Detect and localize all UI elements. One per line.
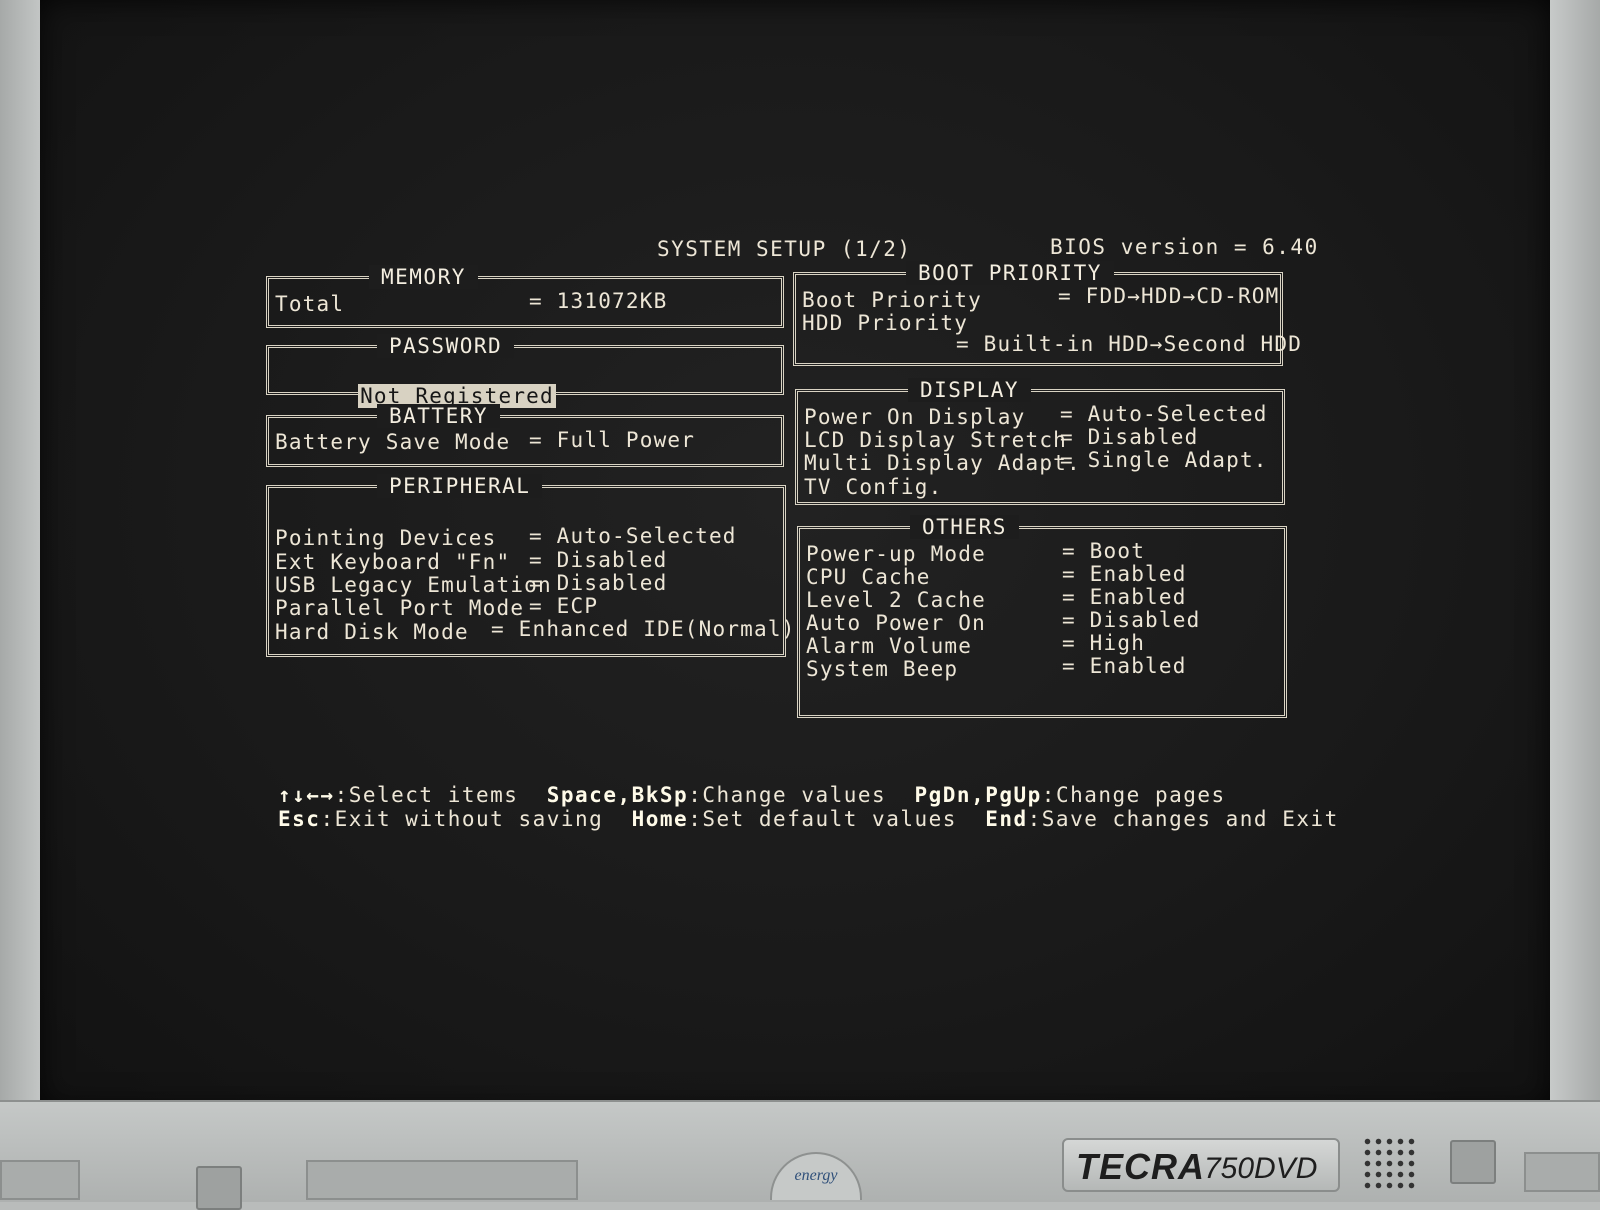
cpu-cache-label: CPU Cache bbox=[806, 565, 931, 589]
laptop-bezel-left bbox=[0, 0, 42, 1200]
help-key-pgdn: PgDn,PgUp bbox=[914, 783, 1042, 807]
setup-title: SYSTEM SETUP (1/2) bbox=[657, 237, 912, 261]
power-on-display-label: Power On Display bbox=[804, 405, 1026, 429]
peripheral-usb-legacy-label: USB Legacy Emulation bbox=[275, 573, 552, 597]
display-title: DISPLAY bbox=[908, 378, 1032, 402]
alarm-volume-label: Alarm Volume bbox=[806, 634, 973, 658]
multi-display-adapt-value[interactable]: = Single Adapt. bbox=[1060, 449, 1268, 472]
auto-power-on-value[interactable]: = Disabled bbox=[1062, 609, 1200, 632]
cpu-cache-value[interactable]: = Enabled bbox=[1062, 563, 1187, 586]
speaker-grille-icon bbox=[1362, 1136, 1418, 1190]
boot-priority-label: Boot Priority bbox=[802, 288, 982, 312]
alarm-volume-value[interactable]: = High bbox=[1062, 632, 1145, 655]
battery-save-mode-value[interactable]: = Full Power bbox=[529, 429, 695, 452]
system-beep-value[interactable]: = Enabled bbox=[1062, 655, 1187, 678]
system-beep-label: System Beep bbox=[806, 657, 959, 681]
peripheral-hard-disk-mode-label: Hard Disk Mode bbox=[275, 620, 469, 644]
model-name: 750DVD bbox=[1204, 1152, 1318, 1185]
battery-save-mode-label: Battery Save Mode bbox=[275, 430, 511, 454]
level-2-cache-label: Level 2 Cache bbox=[806, 588, 986, 612]
power-button[interactable] bbox=[1450, 1140, 1496, 1184]
peripheral-panel: PERIPHERAL Pointing Devices = Auto-Selec… bbox=[266, 474, 794, 657]
others-panel: OTHERS Power-up Mode = Boot CPU Cache = … bbox=[797, 515, 1287, 718]
lcd-display-stretch-label: LCD Display Stretch bbox=[804, 428, 1068, 452]
laptop-bezel-right bbox=[1550, 0, 1600, 1200]
help-action-defaults: :Set default values bbox=[688, 807, 957, 831]
memory-total-label: Total bbox=[275, 292, 345, 316]
help-key-space: Space,BkSp bbox=[546, 783, 689, 807]
boot-priority-panel: BOOT PRIORITY Boot Priority = FDD→HDD→CD… bbox=[793, 261, 1301, 366]
energy-star-text: energy bbox=[794, 1167, 838, 1184]
brand-name: TECRA bbox=[1076, 1146, 1205, 1187]
display-latch bbox=[306, 1160, 578, 1200]
help-key-arrows: ↑↓←→ bbox=[278, 783, 335, 807]
indicator-square-left bbox=[196, 1166, 242, 1210]
peripheral-parallel-port-value[interactable]: = ECP bbox=[529, 595, 598, 618]
peripheral-pointing-devices-value[interactable]: = Auto-Selected bbox=[529, 525, 737, 548]
bios-version: BIOS version = 6.40 bbox=[1050, 235, 1319, 259]
peripheral-parallel-port-label: Parallel Port Mode bbox=[275, 596, 525, 620]
peripheral-title: PERIPHERAL bbox=[377, 474, 543, 498]
tecra-logo: TECRA 750DVD bbox=[1062, 1138, 1340, 1192]
help-action-change-pages: :Change pages bbox=[1041, 783, 1226, 807]
peripheral-ext-keyboard-label: Ext Keyboard "Fn" bbox=[275, 550, 511, 574]
help-line-2: Esc:Exit without saving Home:Set default… bbox=[278, 808, 1339, 831]
help-action-save-exit: :Save changes and Exit bbox=[1027, 807, 1339, 831]
display-panel: DISPLAY Power On Display = Auto-Selected… bbox=[795, 378, 1285, 505]
hinge-right bbox=[1524, 1152, 1600, 1192]
multi-display-adapt-label: Multi Display Adapt. bbox=[804, 451, 1081, 475]
level-2-cache-value[interactable]: = Enabled bbox=[1062, 586, 1187, 609]
lcd-display-stretch-value[interactable]: = Disabled bbox=[1060, 426, 1198, 449]
auto-power-on-label: Auto Power On bbox=[806, 611, 986, 635]
peripheral-usb-legacy-value[interactable]: = Disabled bbox=[529, 572, 667, 595]
power-up-mode-value[interactable]: = Boot bbox=[1062, 540, 1145, 563]
bios-screen: SYSTEM SETUP (1/2) BIOS version = 6.40 M… bbox=[40, 0, 1550, 1108]
power-on-display-value[interactable]: = Auto-Selected bbox=[1060, 403, 1268, 426]
help-action-select: :Select items bbox=[334, 783, 519, 807]
peripheral-hard-disk-mode-value[interactable]: = Enhanced IDE(Normal) bbox=[491, 618, 796, 641]
power-up-mode-label: Power-up Mode bbox=[806, 542, 986, 566]
memory-panel: MEMORY Total = 131072KB bbox=[266, 265, 784, 328]
password-title: PASSWORD bbox=[377, 334, 515, 358]
boot-priority-value[interactable]: = FDD→HDD→CD-ROM bbox=[1058, 285, 1280, 308]
help-key-end: End bbox=[985, 807, 1028, 831]
password-panel: PASSWORD Not Registered bbox=[266, 334, 784, 408]
peripheral-pointing-devices-label: Pointing Devices bbox=[275, 526, 497, 550]
help-key-esc: Esc bbox=[278, 807, 321, 831]
battery-title: BATTERY bbox=[377, 404, 501, 428]
memory-title: MEMORY bbox=[369, 265, 478, 289]
tv-config-label[interactable]: TV Config. bbox=[804, 476, 942, 499]
help-action-exit-no-save: :Exit without saving bbox=[320, 807, 604, 831]
hdd-priority-label: HDD Priority bbox=[802, 311, 969, 335]
help-key-home: Home bbox=[631, 807, 689, 831]
others-title: OTHERS bbox=[910, 515, 1019, 539]
hinge-left bbox=[0, 1160, 80, 1200]
peripheral-ext-keyboard-value[interactable]: = Disabled bbox=[529, 549, 667, 572]
help-action-change-values: :Change values bbox=[688, 783, 887, 807]
battery-panel: BATTERY Battery Save Mode = Full Power bbox=[266, 404, 784, 467]
hdd-priority-value[interactable]: = Built-in HDD→Second HDD bbox=[956, 333, 1302, 356]
memory-total-value: = 131072KB bbox=[529, 289, 668, 313]
help-line-1: ↑↓←→:Select items Space,BkSp:Change valu… bbox=[278, 784, 1226, 807]
boot-priority-title: BOOT PRIORITY bbox=[906, 261, 1114, 285]
